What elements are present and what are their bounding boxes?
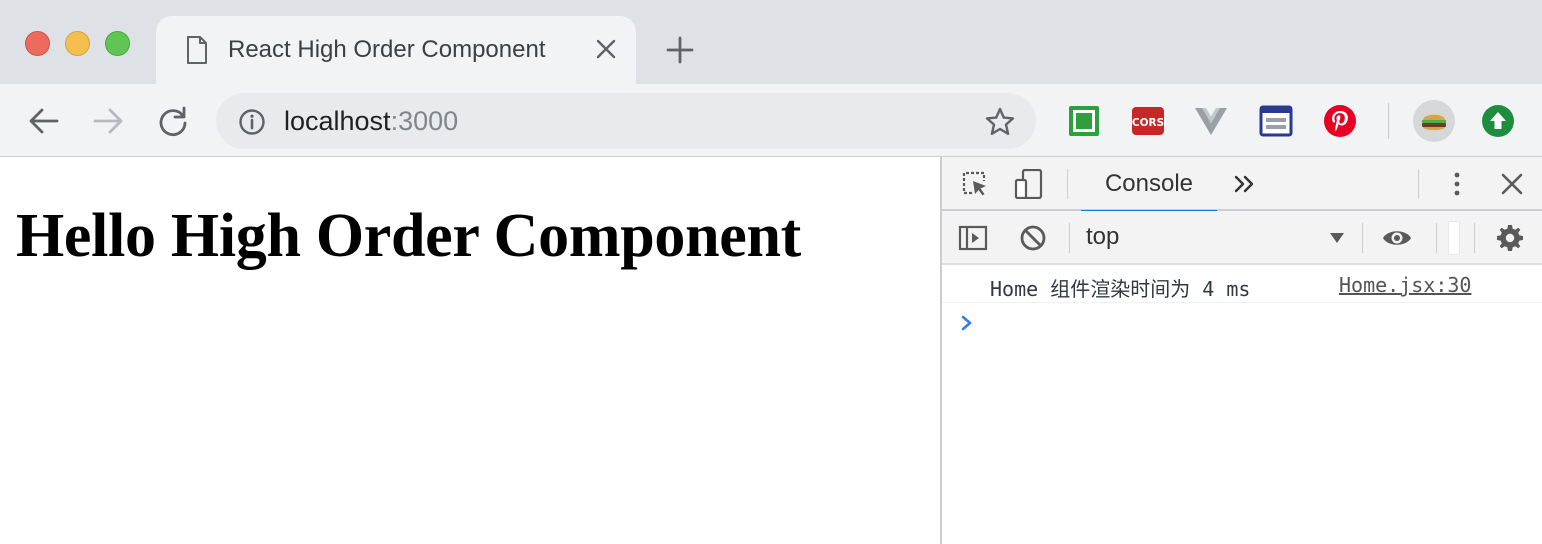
bookmark-star-icon[interactable] — [984, 106, 1016, 138]
console-toolbar: top — [942, 211, 1542, 265]
device-toolbar-icon[interactable] — [1014, 169, 1044, 199]
profile-avatar[interactable] — [1413, 100, 1455, 142]
window-extension-icon[interactable] — [1259, 104, 1293, 138]
burger-avatar-icon — [1422, 114, 1446, 130]
pinterest-extension-icon[interactable] — [1323, 104, 1357, 138]
page-viewport: Hello High Order Component — [0, 157, 940, 544]
cors-extension-icon[interactable]: CORS — [1131, 104, 1165, 138]
document-icon — [187, 36, 207, 64]
tab-console-label: Console — [1104, 170, 1194, 197]
url-host: localhost — [284, 106, 391, 136]
new-tab-icon[interactable] — [666, 36, 694, 64]
devtools-separator — [1362, 223, 1363, 253]
close-window-button[interactable] — [25, 31, 50, 56]
devtools-separator — [1069, 223, 1070, 253]
close-tab-icon[interactable] — [594, 37, 618, 61]
vue-devtools-extension-icon[interactable] — [1194, 104, 1228, 138]
url-port: :3000 — [390, 106, 459, 136]
active-tab[interactable]: React High Order Component — [156, 16, 636, 86]
info-icon[interactable] — [238, 108, 266, 136]
inspect-element-icon[interactable] — [960, 169, 990, 199]
green-square-extension-icon[interactable] — [1067, 104, 1101, 138]
toolbar-divider — [1388, 103, 1389, 139]
minimize-window-button[interactable] — [65, 31, 90, 56]
live-expression-eye-icon[interactable] — [1382, 223, 1412, 253]
devtools-separator — [1418, 169, 1419, 199]
devtools-separator — [1474, 223, 1475, 253]
console-message-source-link[interactable]: Home.jsx:30 — [1339, 273, 1471, 297]
close-devtools-icon[interactable] — [1497, 169, 1527, 199]
reload-icon[interactable] — [156, 104, 190, 138]
page-heading: Hello High Order Component — [16, 202, 802, 270]
devtools-separator — [1067, 169, 1068, 199]
browser-toolbar: localhost:3000 CORS — [0, 84, 1542, 157]
back-arrow-icon[interactable] — [27, 104, 61, 138]
forward-arrow-icon[interactable] — [91, 104, 125, 138]
more-tabs-icon[interactable] — [1230, 169, 1260, 199]
console-sidebar-icon[interactable] — [958, 223, 988, 253]
zoom-window-button[interactable] — [105, 31, 130, 56]
devtools-tab-bar: Console — [942, 157, 1542, 213]
console-prompt-chevron-icon[interactable] — [960, 313, 974, 333]
address-bar[interactable]: localhost:3000 — [216, 93, 1036, 149]
console-message: Home 组件渲染时间为 4 ms Home.jsx:30 — [942, 267, 1542, 303]
dropdown-arrow-icon[interactable] — [1322, 223, 1352, 253]
cors-label: CORS — [1132, 117, 1164, 129]
tab-console[interactable]: Console — [1081, 157, 1217, 213]
clear-console-icon[interactable] — [1018, 223, 1048, 253]
url-text[interactable]: localhost:3000 — [284, 106, 458, 137]
update-extension-icon[interactable] — [1481, 104, 1515, 138]
execution-context-select[interactable]: top — [1086, 223, 1119, 251]
console-filter-input[interactable] — [1448, 221, 1460, 255]
kebab-menu-icon[interactable] — [1442, 169, 1472, 199]
settings-gear-icon[interactable] — [1495, 223, 1525, 253]
console-message-text: Home 组件渲染时间为 4 ms — [990, 277, 1251, 301]
devtools-separator — [1436, 223, 1437, 253]
devtools-panel: Console top Home 组件渲染时间为 4 ms Home.jsx:3… — [940, 157, 1542, 544]
tab-title: React High Order Component — [228, 36, 546, 63]
tab-strip: React High Order Component — [0, 0, 1542, 86]
